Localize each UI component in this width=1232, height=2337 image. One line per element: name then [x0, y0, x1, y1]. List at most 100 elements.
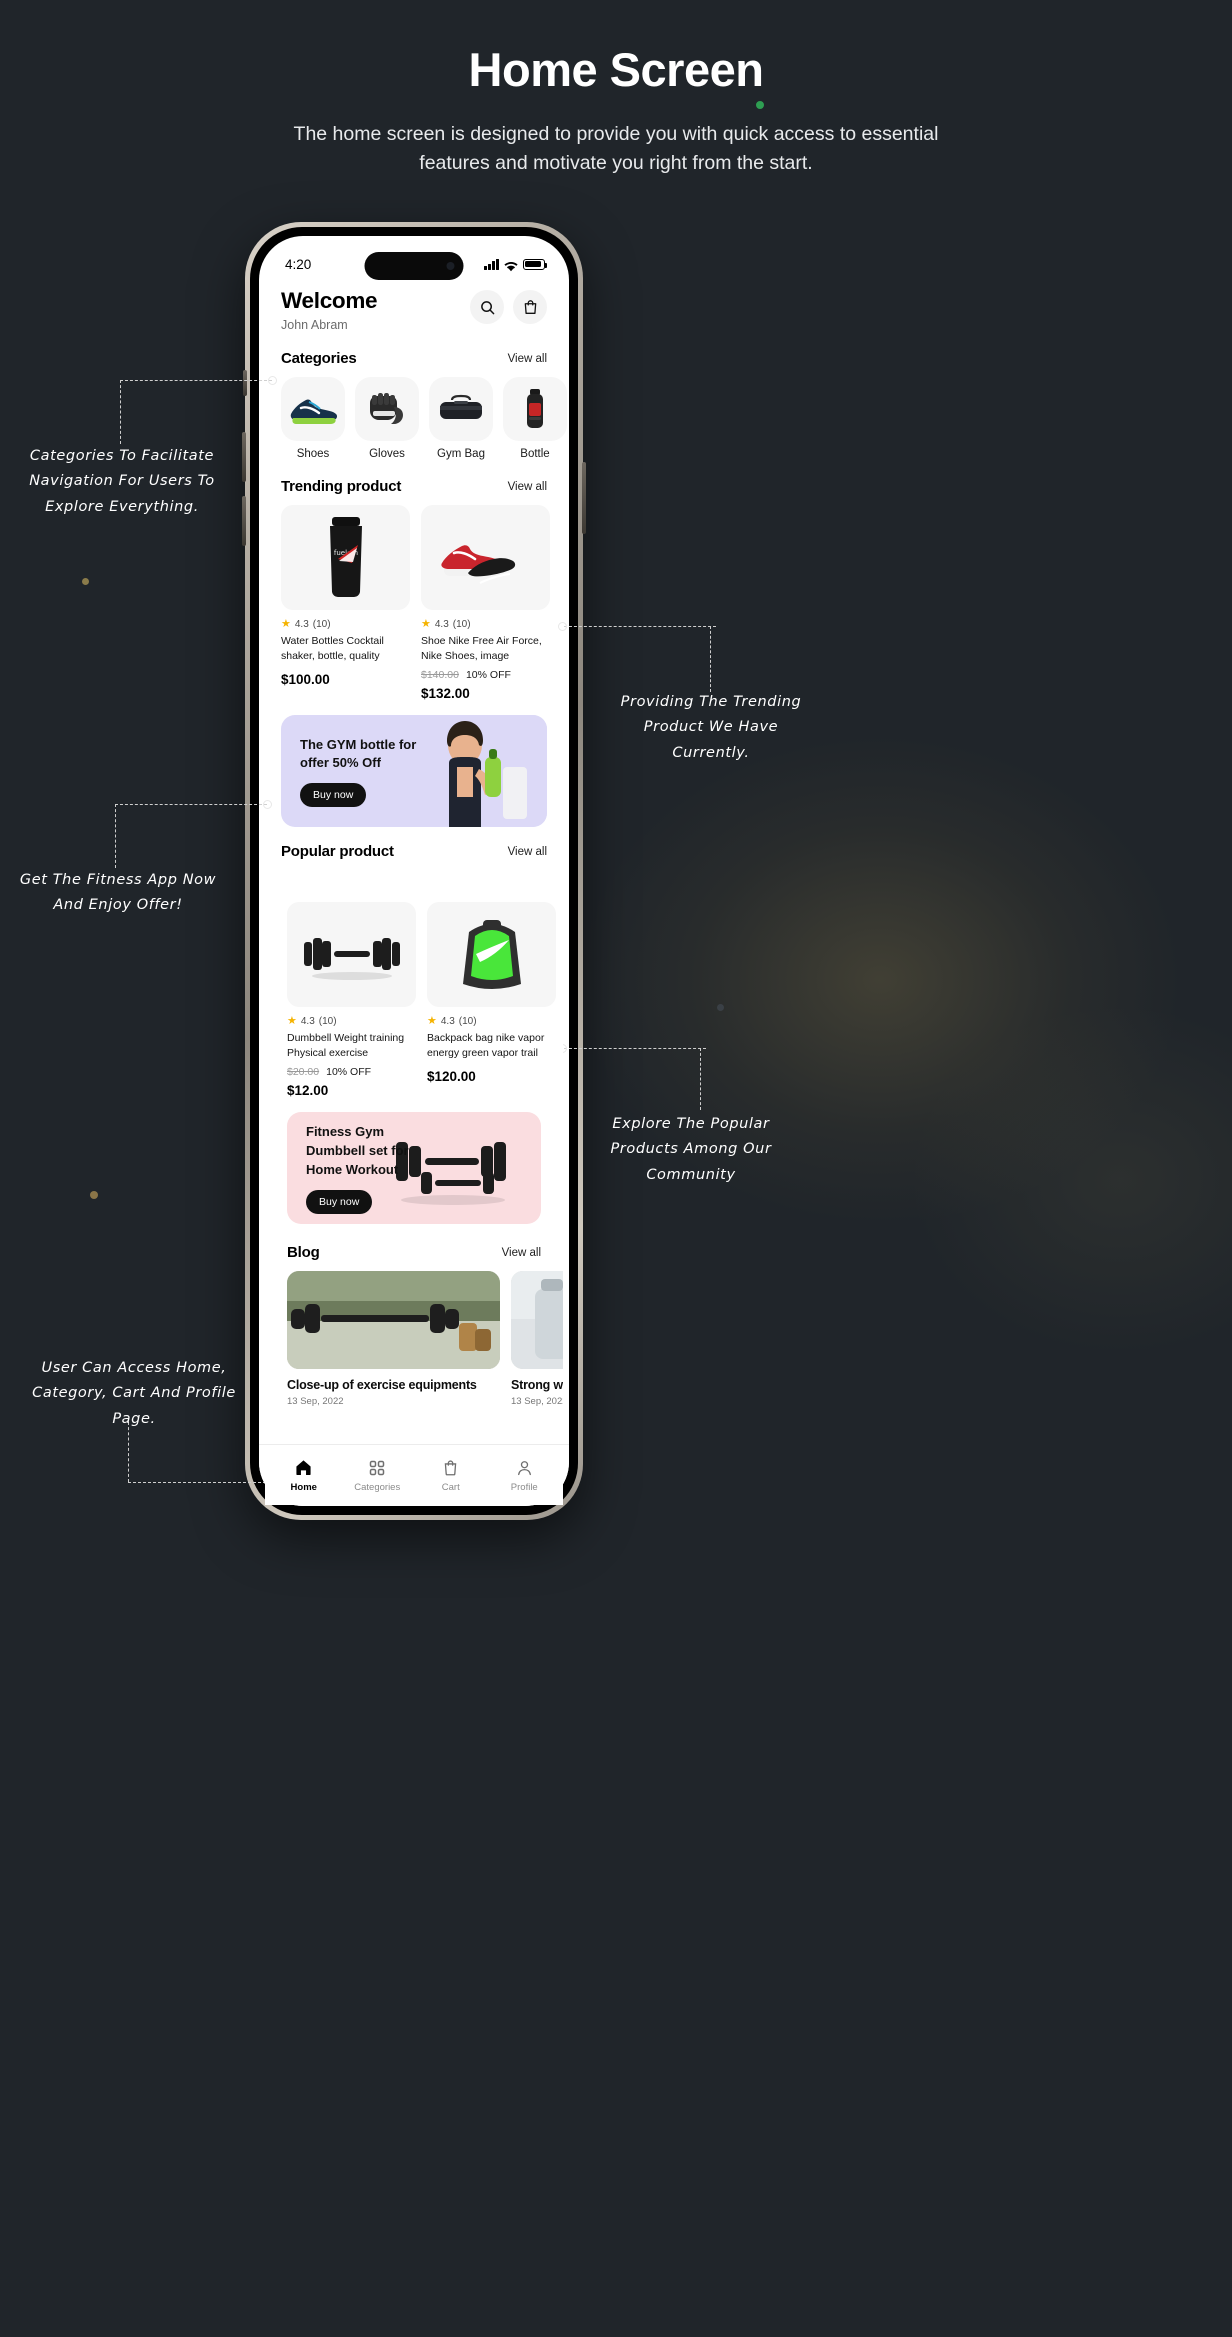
- decorative-dot-gray: [717, 1004, 724, 1011]
- leader-endpoint: [268, 375, 277, 385]
- annotation-tabbar: User Can Access Home, Category, Cart And…: [32, 1360, 236, 1427]
- cart-icon: [420, 1458, 482, 1477]
- product-price: $120.00: [427, 1069, 476, 1085]
- category-label: Shoes: [296, 448, 330, 460]
- product-price: $100.00: [281, 672, 330, 688]
- promo-banner-dumbbell[interactable]: Fitness Gym Dumbbell set for Home Workou…: [287, 1112, 541, 1225]
- tab-categories[interactable]: Categories: [346, 1458, 408, 1493]
- red-nike-shoes-image: [440, 544, 515, 584]
- product-rating: ★ 4.3 (10): [427, 1015, 556, 1028]
- category-label: Bottle: [520, 448, 550, 460]
- front-camera-icon: [446, 262, 455, 270]
- section-title: Blog: [287, 1244, 320, 1262]
- page-root: Home Screen The home screen is designed …: [0, 0, 1232, 2337]
- blog-date: 13 Sep, 2022: [511, 1396, 563, 1408]
- cart-button[interactable]: [513, 290, 547, 324]
- search-button[interactable]: [470, 290, 504, 324]
- view-all-link[interactable]: View all: [508, 846, 547, 858]
- category-label: Gym Bag: [437, 448, 485, 460]
- category-item-shoes[interactable]: Shoes: [281, 377, 345, 460]
- view-all-link[interactable]: View all: [502, 1247, 541, 1259]
- tab-profile[interactable]: Profile: [493, 1458, 555, 1493]
- category-item-gymbag[interactable]: Gym Bag: [429, 377, 493, 460]
- volume-down-button[interactable]: [242, 496, 246, 546]
- leader-endpoint: [263, 799, 272, 809]
- running-shoe-image: [290, 399, 338, 424]
- product-discount: 10% OFF: [326, 1066, 372, 1079]
- workout-bottle-photo: [511, 1271, 563, 1370]
- category-image: [429, 377, 493, 441]
- trending-section-header: Trending product View all: [281, 478, 547, 495]
- leader-endpoint: [558, 621, 567, 631]
- tab-home[interactable]: Home: [273, 1458, 335, 1493]
- annotation-popular: Explore The Popular Products Among Our C…: [610, 1116, 772, 1183]
- annotation-offer: Get The Fitness App Now And Enjoy Offer!: [19, 872, 217, 914]
- welcome-block: Welcome John Abram: [281, 288, 378, 332]
- dynamic-island: [364, 252, 464, 280]
- category-image: [355, 377, 419, 441]
- decorative-dot-green: [756, 101, 764, 109]
- product-card[interactable]: ★ 4.3 (10) Shoe Nike Free Air Force, Nik…: [421, 505, 550, 701]
- promo-banner-title: The GYM bottle for offer 50% Off: [300, 736, 417, 771]
- star-icon: ★: [287, 1015, 297, 1027]
- product-card[interactable]: fuel:on ★ 4.3 (10) Water Bottles Cocktai…: [281, 505, 410, 701]
- leader-line-trending: [558, 620, 716, 692]
- search-icon: [480, 300, 494, 314]
- bottom-tab-bar: Home Categories Cart Profile: [259, 1444, 569, 1506]
- category-item-bottle[interactable]: Bottle: [503, 377, 567, 460]
- promo-banner-text: Fitness Gym Dumbbell set for Home Workou…: [287, 1123, 439, 1214]
- shopping-bag-icon: [524, 300, 536, 314]
- water-bottle-image: [527, 389, 543, 428]
- view-all-link[interactable]: View all: [508, 353, 547, 365]
- category-image: [281, 377, 345, 441]
- product-card[interactable]: ★ 4.3 (10) Backpack bag nike vapor energ…: [427, 902, 556, 1098]
- product-rating: ★ 4.3 (10): [421, 618, 550, 631]
- grid-icon: [346, 1458, 408, 1477]
- product-image: [427, 902, 556, 1007]
- product-rating: ★ 4.3 (10): [281, 618, 410, 631]
- product-discount: 10% OFF: [465, 669, 511, 682]
- battery-full-icon: [523, 258, 548, 270]
- star-icon: ★: [421, 618, 431, 630]
- blog-list: Close-up of exercise equipments 13 Sep, …: [287, 1271, 563, 1407]
- app-content: Welcome John Abram Categories View all S…: [259, 288, 569, 860]
- power-button[interactable]: [582, 462, 586, 534]
- decorative-dot-gold-1: [82, 578, 89, 585]
- leader-line-categories: [120, 374, 277, 444]
- product-name: Backpack bag nike vapor energy green vap…: [427, 1032, 545, 1060]
- hero-section: Home Screen The home screen is designed …: [0, 0, 1232, 177]
- blog-date: 13 Sep, 2022: [287, 1396, 344, 1408]
- green-nike-backpack-image: [462, 919, 521, 989]
- blog-card[interactable]: Strong wor 13 Sep, 2022: [511, 1271, 563, 1407]
- rating-count: (10): [312, 619, 331, 630]
- header-actions: [470, 290, 547, 324]
- tab-cart[interactable]: Cart: [420, 1458, 482, 1493]
- buy-now-button[interactable]: Buy now: [306, 1189, 373, 1214]
- buy-now-button[interactable]: Buy now: [300, 783, 367, 808]
- product-old-price: $20.00: [287, 1066, 320, 1079]
- product-card[interactable]: ★ 4.3 (10) Dumbbell Weight training Phys…: [287, 902, 416, 1098]
- app-header: Welcome John Abram: [281, 288, 547, 332]
- view-all-link[interactable]: View all: [508, 481, 547, 493]
- star-icon: ★: [427, 1015, 437, 1027]
- leader-line-offer: [115, 798, 272, 868]
- rating-count: (10): [452, 619, 471, 630]
- category-image: [503, 377, 567, 441]
- wifi-icon: [504, 259, 518, 271]
- star-icon: ★: [281, 618, 291, 630]
- tab-label: Cart: [441, 1482, 460, 1493]
- gym-duffel-bag-image: [440, 394, 482, 419]
- annotation-trending: Providing The Trending Product We Have C…: [620, 694, 802, 761]
- leader-line-popular: [558, 1042, 706, 1110]
- product-image: fuel:on: [281, 505, 410, 610]
- black-shaker-bottle-image: fuel:on: [329, 516, 362, 597]
- tab-label: Home: [290, 1482, 317, 1493]
- category-item-gloves[interactable]: Gloves: [355, 377, 419, 460]
- home-icon: [273, 1458, 335, 1477]
- promo-banner-bottle[interactable]: The GYM bottle for offer 50% Off Buy now: [281, 715, 547, 828]
- welcome-title: Welcome: [281, 288, 378, 313]
- rating-value: 4.3: [294, 619, 309, 630]
- blog-card[interactable]: Close-up of exercise equipments 13 Sep, …: [287, 1271, 500, 1407]
- rating-value: 4.3: [440, 1016, 455, 1027]
- promo-banner-text: The GYM bottle for offer 50% Off Buy now: [281, 736, 433, 808]
